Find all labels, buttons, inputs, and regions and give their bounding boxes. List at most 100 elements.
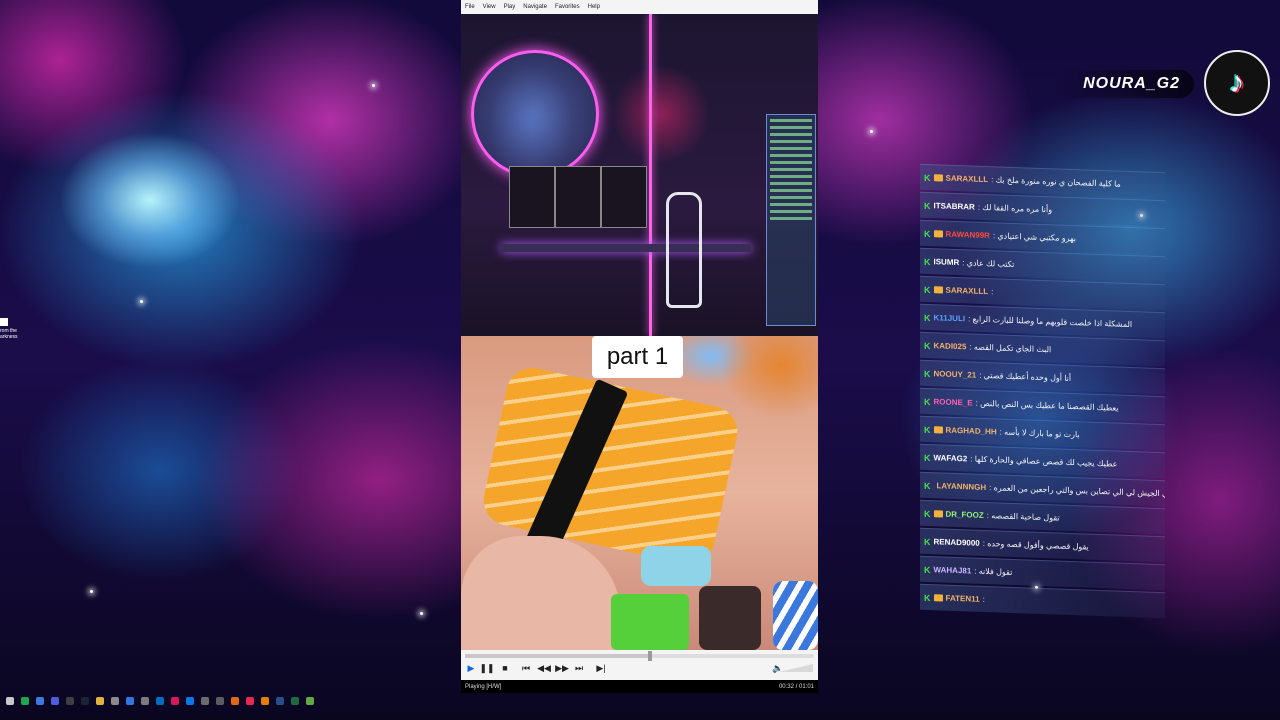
stop-icon: ■ [502, 663, 508, 673]
chat-text: : عطيك يجيب لك قصص عصافي والحارة كلها [970, 454, 1118, 469]
menu-play[interactable]: Play [504, 4, 516, 10]
chat-text: : وأنا مره مره القفا لك [977, 202, 1053, 215]
monitor [555, 166, 601, 228]
mail-icon[interactable] [156, 697, 164, 705]
chat-username: ROONE_E [933, 397, 973, 408]
kick-badge-icon: K [924, 452, 931, 463]
chat-text: : البث الجاي تكمل القصه [969, 342, 1052, 355]
edge-icon[interactable] [186, 697, 194, 705]
media-icon[interactable] [171, 697, 179, 705]
volume-slider[interactable] [779, 664, 813, 672]
vlc-icon[interactable] [261, 697, 269, 705]
video-area[interactable]: part 1 [461, 14, 818, 650]
crown-badge-icon [933, 510, 943, 518]
chrome-icon[interactable] [36, 697, 44, 705]
menu-navigate[interactable]: Navigate [523, 4, 547, 10]
desk [501, 244, 751, 252]
seek-handle[interactable] [647, 651, 652, 661]
spotify-icon[interactable] [21, 697, 29, 705]
menu-view[interactable]: View [483, 4, 496, 10]
kick-badge-icon: K [924, 312, 931, 323]
star [140, 300, 143, 303]
playback-status: Playing [H/W] [465, 683, 502, 690]
previous-icon: ⏮ [521, 662, 531, 673]
frame-step-button[interactable]: ▶| [594, 662, 608, 674]
chat-username: ISUMR [933, 257, 960, 268]
player-icon[interactable] [306, 697, 314, 705]
soap-cube [611, 594, 689, 650]
chat-text: : تقول فلانه [974, 566, 1013, 577]
rewind-icon: ◀◀ [537, 662, 551, 673]
chat-text: : تكتب لك عادي [962, 258, 1015, 270]
tiktok-icon[interactable] [246, 697, 254, 705]
star [372, 84, 375, 87]
kick-badge-icon: K [924, 200, 931, 211]
excel-icon[interactable] [291, 697, 299, 705]
previous-button[interactable]: ⏮ [519, 662, 533, 674]
crown-badge-icon [933, 174, 943, 182]
obs-icon[interactable] [66, 697, 74, 705]
app-icon[interactable] [141, 697, 149, 705]
status-bar: Playing [H/W] 00:32 / 01:01 [461, 680, 818, 693]
forward-button[interactable]: ▶▶ [555, 662, 569, 674]
stop-button[interactable]: ■ [498, 662, 512, 674]
rewind-button[interactable]: ◀◀ [537, 662, 551, 674]
chat-text: : ما كلية الفصحان ي نوره منورة ملخ بك [991, 175, 1121, 189]
neon-light [649, 14, 652, 336]
kick-badge-icon: K [924, 228, 931, 239]
paint-icon[interactable] [231, 697, 239, 705]
chat-text: : تقول صاحبة القصصه [986, 511, 1060, 523]
crown-badge-icon [933, 230, 943, 238]
chat-username: DR_FOOZ [945, 509, 984, 520]
neon-window [471, 50, 599, 178]
chat-username: RAGHAD_HH [945, 425, 997, 437]
pause-icon: ❚❚ [479, 662, 495, 673]
chat-username: WAFAG2 [933, 453, 968, 464]
soap-cube [641, 546, 711, 586]
star [420, 612, 423, 615]
kick-badge-icon: K [924, 340, 931, 351]
monitor [601, 166, 647, 228]
forward-icon: ▶▶ [555, 662, 569, 673]
pause-button[interactable]: ❚❚ [479, 662, 495, 674]
play-button[interactable]: ▶ [464, 662, 478, 674]
steam-icon[interactable] [81, 697, 89, 705]
chat-text: : [991, 287, 994, 297]
gear-icon[interactable] [201, 697, 209, 705]
desktop-shortcut-label: rom the arkness [0, 328, 18, 340]
tiktok-logo-icon: ♪ [1204, 50, 1270, 116]
discord-icon[interactable] [51, 697, 59, 705]
next-icon: ⏭ [574, 662, 584, 673]
desktop-shortcut[interactable]: rom the arkness [0, 318, 24, 340]
kick-badge-icon: K [924, 256, 931, 267]
tiktok-handle: NOURA_G2 [1054, 70, 1194, 98]
kick-badge-icon: K [924, 368, 931, 379]
chat-username: RAWAN99R [945, 229, 990, 241]
gaming-chair [666, 192, 702, 308]
start-icon[interactable] [6, 697, 14, 705]
video-caption: part 1 [592, 336, 683, 378]
chat-username: SARAXLLL [945, 173, 989, 185]
chat-overlay-panel [766, 114, 816, 326]
kick-badge-icon: K [924, 480, 931, 491]
media-player-window[interactable]: File View Play Navigate Favorites Help p… [461, 0, 818, 693]
seek-bar-fill [465, 654, 650, 658]
next-button[interactable]: ⏭ [572, 662, 586, 674]
word-icon[interactable] [276, 697, 284, 705]
chat-text: : المشكلة اذا خلصت قلوبهم ما وصلنا للبار… [968, 314, 1133, 330]
kick-badge-icon: K [924, 536, 931, 547]
menu-file[interactable]: File [465, 4, 475, 10]
seek-bar[interactable] [465, 651, 814, 661]
star [870, 130, 873, 133]
menu-help[interactable]: Help [588, 4, 600, 10]
playback-controls: ▶ ❚❚ ■ ⏮ ◀◀ ▶▶ ⏭ ▶| 🔈 Playing [H/W] 00:3… [461, 650, 818, 693]
settings-icon[interactable] [111, 697, 119, 705]
kick-badge-icon: K [924, 508, 931, 519]
folder-icon[interactable] [96, 697, 104, 705]
menu-favorites[interactable]: Favorites [555, 4, 580, 10]
kick-badge-icon: K [924, 424, 931, 435]
camera-icon[interactable] [216, 697, 224, 705]
store-icon[interactable] [126, 697, 134, 705]
video-frame-soap: part 1 [461, 336, 818, 650]
chat-text: : بهرو مكتبي شي اعتيادي [992, 231, 1076, 244]
